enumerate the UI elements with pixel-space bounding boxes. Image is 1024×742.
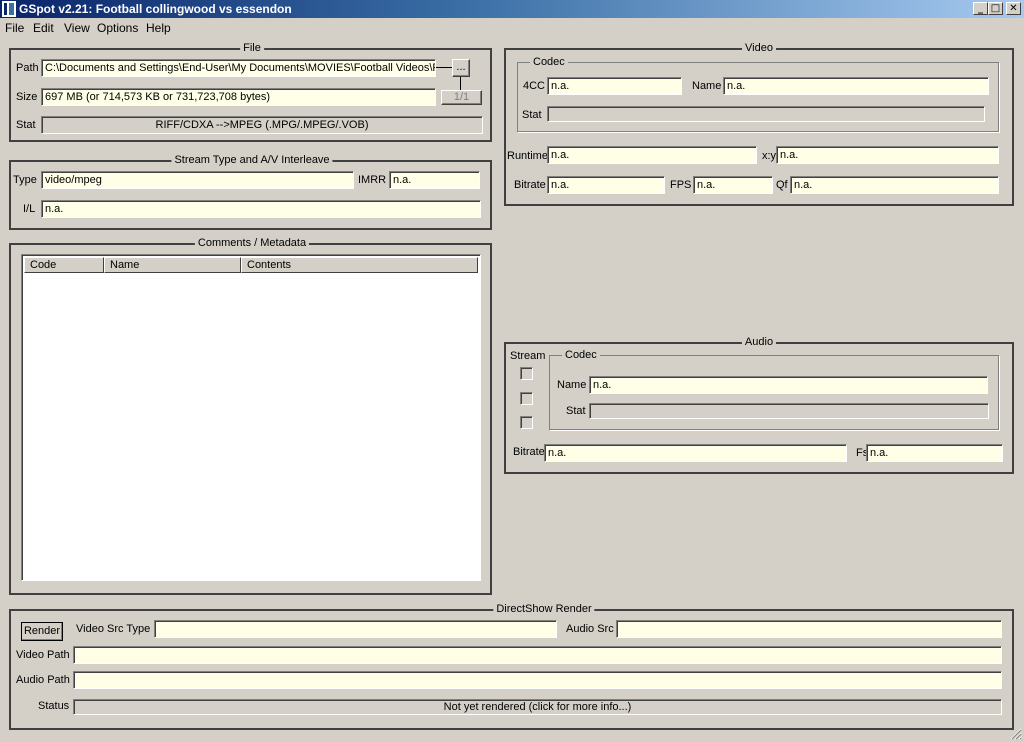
file-counter[interactable]: 1/1 <box>441 90 482 105</box>
video-path-label: Video Path <box>16 649 70 661</box>
audio-group-title: Audio <box>741 336 777 348</box>
imrr-label: IMRR <box>358 174 387 186</box>
menu-file[interactable]: File <box>5 21 24 35</box>
audio-stream-checkbox-2[interactable] <box>520 392 533 405</box>
menu-bar: File Edit View Options Help <box>0 18 1024 38</box>
title-bar[interactable]: GSpot v2.21: Football collingwood vs ess… <box>0 0 1024 18</box>
fps-field[interactable]: n.a. <box>693 176 773 194</box>
audio-stat-field[interactable] <box>589 403 989 419</box>
audio-stream-label: Stream <box>510 350 546 362</box>
video-name-field[interactable]: n.a. <box>723 77 989 95</box>
xy-label: x:y <box>762 150 777 162</box>
menu-view[interactable]: View <box>64 21 90 35</box>
il-label: I/L <box>23 203 36 215</box>
audio-bitrate-field[interactable]: n.a. <box>544 444 847 462</box>
video-codec-title: Codec <box>530 56 568 68</box>
window-title: GSpot v2.21: Football collingwood vs ess… <box>19 2 292 16</box>
video-group-title: Video <box>742 42 776 54</box>
connector-line-vertical <box>460 77 461 90</box>
column-header-contents[interactable]: Contents <box>241 257 478 273</box>
column-header-code[interactable]: Code <box>24 257 104 273</box>
fs-field[interactable]: n.a. <box>866 444 1003 462</box>
column-header-name[interactable]: Name <box>104 257 241 273</box>
resize-grip-icon[interactable] <box>1010 728 1022 740</box>
video-src-type-field[interactable] <box>154 620 557 638</box>
fps-label: FPS <box>670 179 692 191</box>
video-bitrate-field[interactable]: n.a. <box>547 176 665 194</box>
audio-src-field[interactable] <box>616 620 1002 638</box>
video-bitrate-label: Bitrate <box>514 179 546 191</box>
size-field[interactable]: 697 MB (or 714,573 KB or 731,723,708 byt… <box>41 88 436 106</box>
qf-label: Qf <box>776 179 788 191</box>
status-label: Status <box>38 700 70 712</box>
render-button[interactable]: Render <box>21 622 63 641</box>
fourcc-field[interactable]: n.a. <box>547 77 682 95</box>
type-field[interactable]: video/mpeg <box>41 171 354 189</box>
audio-path-field[interactable] <box>73 671 1002 689</box>
audio-stat-label: Stat <box>566 405 586 417</box>
path-label: Path <box>16 62 39 74</box>
directshow-group-title: DirectShow Render <box>493 603 595 615</box>
video-name-label: Name <box>692 80 722 92</box>
fourcc-label: 4CC <box>523 80 546 92</box>
qf-field[interactable]: n.a. <box>790 176 999 194</box>
video-path-field[interactable] <box>73 646 1002 664</box>
audio-stream-checkbox-3[interactable] <box>520 416 533 429</box>
video-stat-label: Stat <box>522 109 542 121</box>
audio-bitrate-label: Bitrate <box>513 446 545 458</box>
audio-name-field[interactable]: n.a. <box>589 376 988 394</box>
video-src-type-label: Video Src Type <box>76 623 151 635</box>
comments-group-title: Comments / Metadata <box>194 237 310 249</box>
type-label: Type <box>13 174 37 186</box>
status-field[interactable]: Not yet rendered (click for more info...… <box>73 699 1002 715</box>
minimize-button[interactable]: _ <box>973 2 988 15</box>
il-field[interactable]: n.a. <box>41 200 481 218</box>
xy-field[interactable]: n.a. <box>776 146 999 164</box>
menu-edit[interactable]: Edit <box>33 21 54 35</box>
menu-help[interactable]: Help <box>146 21 171 35</box>
audio-src-label: Audio Src <box>566 623 614 635</box>
path-field[interactable]: C:\Documents and Settings\End-User\My Do… <box>41 59 436 77</box>
runtime-field[interactable]: n.a. <box>547 146 757 164</box>
maximize-button[interactable]: □ <box>988 2 1003 15</box>
comments-list[interactable]: Code Name Contents <box>21 254 481 581</box>
audio-stream-checkbox-1[interactable] <box>520 367 533 380</box>
app-icon[interactable] <box>2 1 16 17</box>
connector-line <box>436 67 452 68</box>
audio-path-label: Audio Path <box>16 674 70 686</box>
size-label: Size <box>16 91 38 103</box>
browse-button[interactable]: ... <box>452 59 470 77</box>
file-group-title: File <box>240 42 264 54</box>
close-button[interactable]: ✕ <box>1006 2 1021 15</box>
menu-options[interactable]: Options <box>97 21 138 35</box>
stream-group-title: Stream Type and A/V Interleave <box>171 154 333 166</box>
imrr-field[interactable]: n.a. <box>389 171 480 189</box>
video-stat-field[interactable] <box>547 106 985 122</box>
audio-name-label: Name <box>557 379 587 391</box>
stat-label: Stat <box>16 119 36 131</box>
file-stat-field[interactable]: RIFF/CDXA -->MPEG (.MPG/.MPEG/.VOB) <box>41 116 483 134</box>
audio-codec-title: Codec <box>562 349 600 361</box>
runtime-label: Runtime <box>507 150 548 162</box>
